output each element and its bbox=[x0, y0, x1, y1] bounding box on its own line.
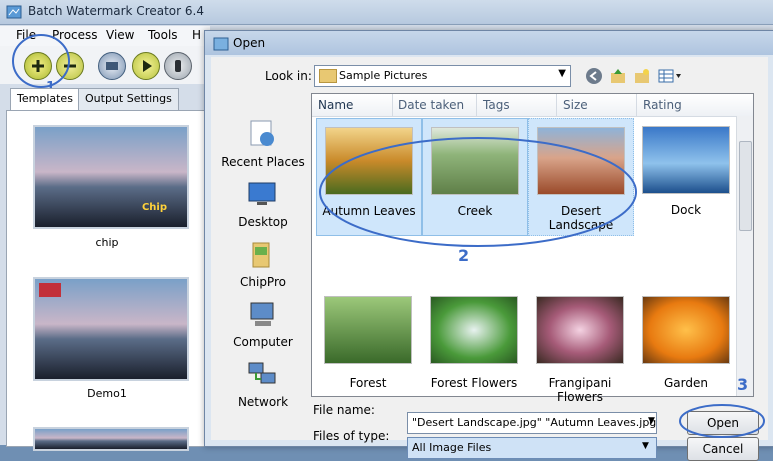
recent-places-icon bbox=[247, 119, 277, 149]
dialog-icon bbox=[213, 36, 229, 52]
col-name[interactable]: Name bbox=[318, 98, 353, 112]
place-label: Network bbox=[237, 395, 289, 409]
col-size[interactable]: Size bbox=[563, 98, 588, 112]
up-folder-icon[interactable] bbox=[609, 67, 627, 85]
file-tile[interactable]: Frangipani Flowers bbox=[528, 288, 632, 404]
look-in-dropdown[interactable]: Sample Pictures ▼ bbox=[314, 65, 571, 87]
app-logo-icon bbox=[6, 4, 22, 20]
thumb-watermark: Chip bbox=[141, 202, 167, 213]
place-label: Desktop bbox=[238, 215, 288, 229]
annotation-ellipse-2 bbox=[319, 137, 637, 247]
dialog-title-bar: Open bbox=[205, 31, 773, 55]
tab-templates[interactable]: Templates bbox=[10, 88, 80, 111]
file-name-input[interactable]: "Desert Landscape.jpg" "Autumn Leaves.jp… bbox=[407, 412, 657, 434]
thumbnail-image bbox=[642, 296, 730, 364]
places-bar: Recent Places Desktop ChipPro Computer N… bbox=[217, 119, 309, 419]
scroll-thumb[interactable] bbox=[739, 141, 752, 231]
dialog-body: Look in: Sample Pictures ▼ Recent Places… bbox=[211, 57, 768, 461]
view-menu-icon[interactable] bbox=[657, 67, 683, 85]
file-tile[interactable]: Forest bbox=[316, 288, 420, 394]
thumbnail-image bbox=[536, 296, 624, 364]
template-thumb-chip[interactable]: Chip bbox=[33, 125, 189, 229]
cancel-button[interactable]: Cancel bbox=[687, 437, 759, 461]
file-tile[interactable]: Dock bbox=[634, 118, 738, 234]
desktop-icon bbox=[247, 179, 277, 209]
play-button[interactable] bbox=[132, 52, 160, 80]
file-tile[interactable]: Garden bbox=[634, 288, 738, 394]
annotation-circle-1 bbox=[12, 34, 70, 88]
thumbnail-image bbox=[430, 296, 518, 364]
back-icon[interactable] bbox=[585, 67, 603, 85]
computer-icon bbox=[247, 299, 277, 329]
app-title: Batch Watermark Creator 6.4 bbox=[28, 4, 204, 18]
folder-icon bbox=[319, 69, 337, 83]
menu-view[interactable]: View bbox=[106, 28, 134, 42]
files-of-type-label: Files of type: bbox=[313, 429, 390, 443]
settings-button[interactable] bbox=[98, 52, 126, 80]
column-divider bbox=[556, 94, 557, 116]
file-name: Garden bbox=[664, 376, 708, 390]
template-label: chip bbox=[95, 236, 119, 249]
file-name-label: File name: bbox=[313, 403, 375, 417]
column-header: Name Date taken Tags Size Rating bbox=[312, 94, 753, 117]
file-list: Name Date taken Tags Size Rating Autumn … bbox=[311, 93, 754, 404]
stop-button[interactable] bbox=[164, 52, 192, 80]
chevron-down-icon: ▼ bbox=[558, 68, 566, 79]
file-name: Forest Flowers bbox=[430, 376, 518, 390]
file-name: Dock bbox=[670, 203, 702, 217]
col-date-taken[interactable]: Date taken bbox=[398, 98, 464, 112]
file-tile[interactable]: Forest Flowers bbox=[422, 288, 526, 394]
menu-help[interactable]: H bbox=[192, 28, 201, 42]
look-in-value: Sample Pictures bbox=[339, 69, 428, 82]
network-icon bbox=[247, 359, 277, 389]
col-rating[interactable]: Rating bbox=[643, 98, 682, 112]
tab-output-settings[interactable]: Output Settings bbox=[78, 88, 179, 111]
user-folder-icon bbox=[247, 239, 277, 269]
column-divider bbox=[636, 94, 637, 116]
place-label: Recent Places bbox=[221, 155, 305, 169]
thumbnail-image bbox=[642, 126, 730, 194]
chevron-down-icon[interactable]: ▼ bbox=[648, 416, 655, 426]
column-divider bbox=[476, 94, 477, 116]
annotation-label-2: 2 bbox=[458, 246, 470, 265]
col-tags[interactable]: Tags bbox=[483, 98, 510, 112]
files-of-type-select[interactable]: All Image Files bbox=[407, 437, 657, 459]
column-divider bbox=[392, 94, 393, 116]
chevron-down-icon[interactable]: ▼ bbox=[642, 441, 649, 451]
vertical-scrollbar[interactable] bbox=[736, 116, 753, 396]
open-dialog: Open Look in: Sample Pictures ▼ Recent P… bbox=[204, 30, 773, 461]
thumbnail-image bbox=[324, 296, 412, 364]
annotation-ellipse-3 bbox=[679, 404, 765, 438]
file-name: Frangipani Flowers bbox=[548, 376, 612, 404]
menu-tools[interactable]: Tools bbox=[148, 28, 178, 42]
main-title-bar: Batch Watermark Creator 6.4 bbox=[0, 0, 773, 25]
templates-panel: Chip chip Demo1 bbox=[6, 110, 208, 451]
left-tabs: Templates Output Settings bbox=[8, 88, 208, 111]
file-name: Forest bbox=[349, 376, 387, 390]
annotation-label-3: 3 bbox=[737, 375, 749, 394]
place-label: ChipPro bbox=[240, 275, 286, 289]
place-label: Computer bbox=[233, 335, 293, 349]
template-thumb-partial[interactable] bbox=[33, 427, 189, 451]
thumb-logo bbox=[39, 283, 61, 297]
dialog-title: Open bbox=[233, 36, 266, 50]
template-label: Demo1 bbox=[87, 387, 127, 400]
look-in-label: Look in: bbox=[265, 69, 312, 83]
new-folder-icon[interactable] bbox=[633, 67, 651, 85]
template-thumb-demo1[interactable] bbox=[33, 277, 189, 381]
